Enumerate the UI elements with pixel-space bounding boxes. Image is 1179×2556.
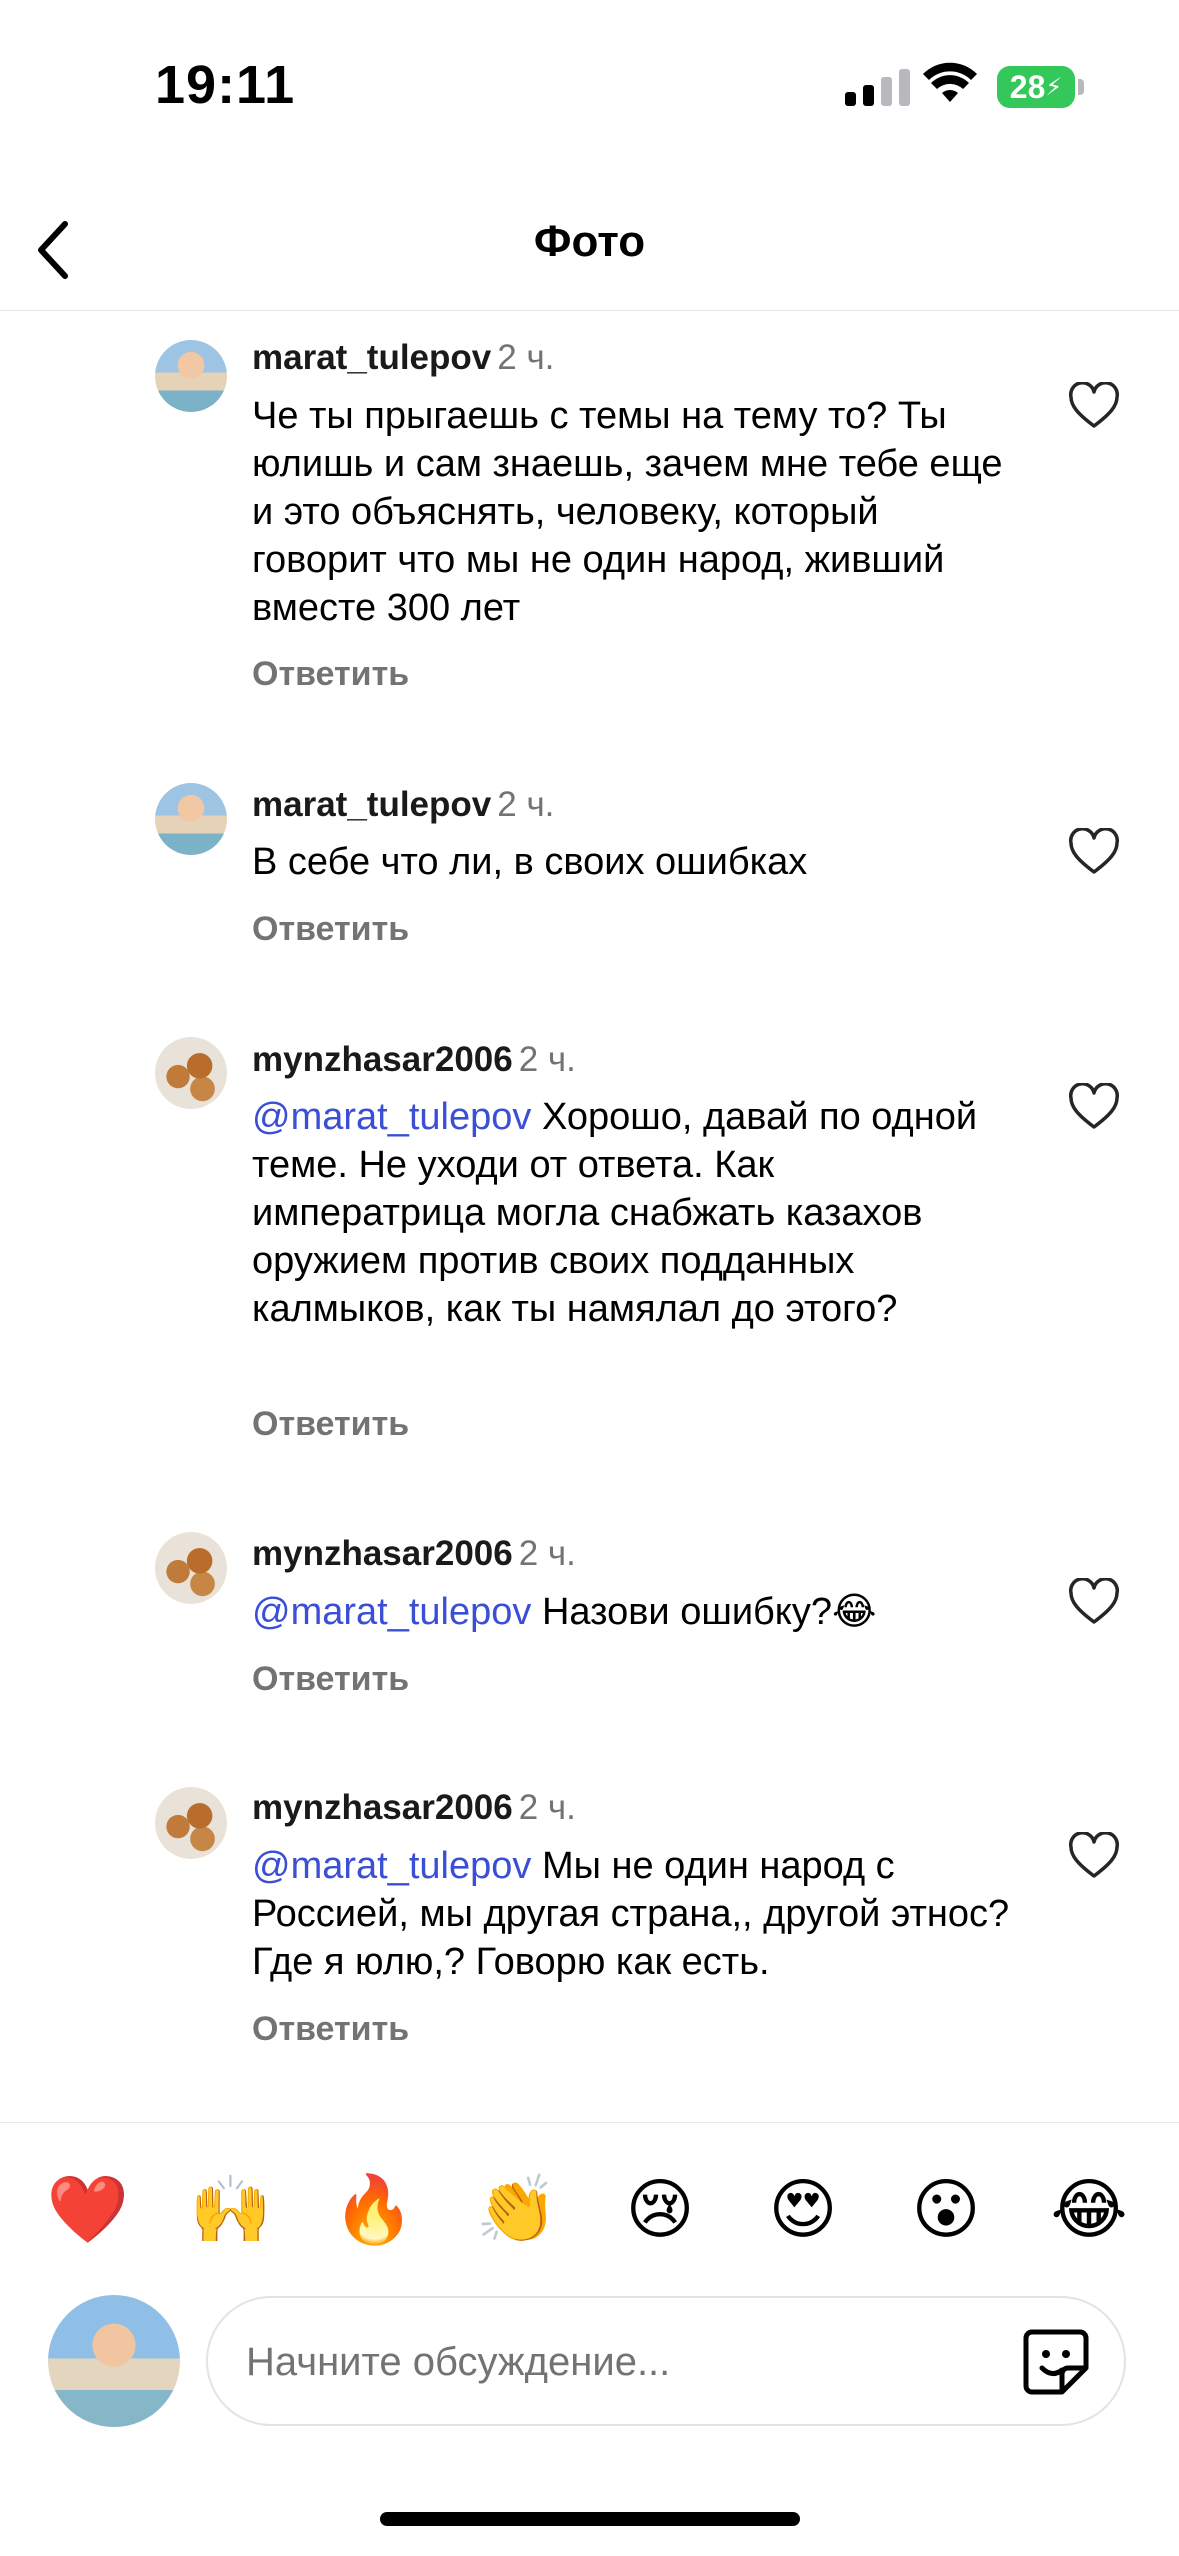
comment-header: mynzhasar2006 2 ч. bbox=[252, 1040, 576, 1080]
current-user-avatar bbox=[48, 2295, 180, 2427]
reaction-surprised[interactable]: 😮 bbox=[901, 2165, 991, 2255]
reply-button[interactable]: Ответить bbox=[252, 1405, 409, 1444]
reaction-raised-hands[interactable]: 🙌 bbox=[186, 2165, 276, 2255]
wifi-icon bbox=[923, 62, 977, 102]
comment-input[interactable] bbox=[244, 2328, 988, 2396]
divider bbox=[0, 2122, 1179, 2123]
comment-header: mynzhasar2006 2 ч. bbox=[252, 1788, 576, 1828]
comment-time: 2 ч. bbox=[518, 1788, 576, 1827]
avatar[interactable] bbox=[155, 1787, 227, 1859]
status-bar: 19:11 28 ⚡ bbox=[0, 0, 1179, 170]
comment-time: 2 ч. bbox=[518, 1040, 576, 1079]
comment-username[interactable]: mynzhasar2006 bbox=[252, 1534, 513, 1573]
reaction-clap[interactable]: 👏 bbox=[472, 2165, 562, 2255]
avatar[interactable] bbox=[155, 1037, 227, 1109]
avatar[interactable] bbox=[155, 1532, 227, 1604]
mention-link[interactable]: @marat_tulepov bbox=[252, 1845, 531, 1887]
comment-header: mynzhasar2006 2 ч. bbox=[252, 1534, 576, 1574]
avatar[interactable] bbox=[155, 783, 227, 855]
comment-text: Че ты прыгаешь с темы на тему то? Ты юли… bbox=[252, 395, 1003, 629]
comment-username[interactable]: marat_tulepov bbox=[252, 785, 491, 824]
reaction-heart[interactable]: ❤️ bbox=[43, 2165, 133, 2255]
mention-link[interactable]: @marat_tulepov bbox=[252, 1096, 531, 1138]
comment-username[interactable]: mynzhasar2006 bbox=[252, 1788, 513, 1827]
comment-time: 2 ч. bbox=[518, 1534, 576, 1573]
home-indicator[interactable] bbox=[380, 2512, 800, 2526]
reply-button[interactable]: Ответить bbox=[252, 910, 409, 949]
reaction-crying[interactable]: 😢 bbox=[615, 2165, 705, 2255]
comment-text: В себе что ли, в своих ошибках bbox=[252, 841, 808, 883]
cellular-signal-icon bbox=[845, 66, 910, 106]
reply-button[interactable]: Ответить bbox=[252, 655, 409, 694]
comment-text: @marat_tulepov Назови ошибку?😂 bbox=[252, 1588, 1012, 1636]
reply-button[interactable]: Ответить bbox=[252, 1660, 409, 1699]
heart-icon[interactable] bbox=[1068, 382, 1120, 430]
battery-level: 28 bbox=[1009, 68, 1046, 105]
heart-icon[interactable] bbox=[1068, 1832, 1120, 1880]
sticker-icon[interactable] bbox=[1020, 2326, 1092, 2398]
comment-body: Назови ошибку?😂 bbox=[531, 1591, 877, 1633]
quick-reactions: ❤️ 🙌 🔥 👏 😢 😍 😮 😂 bbox=[0, 2165, 1179, 2255]
comment-time: 2 ч. bbox=[497, 338, 555, 377]
comment-username[interactable]: marat_tulepov bbox=[252, 338, 491, 377]
reaction-laughing[interactable]: 😂 bbox=[1044, 2165, 1134, 2255]
comment-time: 2 ч. bbox=[497, 785, 555, 824]
comment-text: @marat_tulepov Хорошо, давай по одной те… bbox=[252, 1093, 1012, 1333]
nav-bar: Фото bbox=[0, 195, 1179, 311]
mention-link[interactable]: @marat_tulepov bbox=[252, 1591, 531, 1633]
battery-nub bbox=[1078, 79, 1084, 95]
reaction-heart-eyes[interactable]: 😍 bbox=[758, 2165, 848, 2255]
heart-icon[interactable] bbox=[1068, 828, 1120, 876]
battery-icon: 28 ⚡ bbox=[997, 66, 1075, 108]
comment-composer bbox=[206, 2296, 1126, 2426]
comment-username[interactable]: mynzhasar2006 bbox=[252, 1040, 513, 1079]
heart-icon[interactable] bbox=[1068, 1083, 1120, 1131]
status-time: 19:11 bbox=[155, 55, 296, 115]
comment-header: marat_tulepov 2 ч. bbox=[252, 338, 554, 378]
heart-icon[interactable] bbox=[1068, 1578, 1120, 1626]
page-title: Фото bbox=[533, 217, 646, 266]
reaction-fire[interactable]: 🔥 bbox=[329, 2165, 419, 2255]
reply-button[interactable]: Ответить bbox=[252, 2010, 409, 2049]
avatar[interactable] bbox=[155, 340, 227, 412]
comment-header: marat_tulepov 2 ч. bbox=[252, 785, 554, 825]
comment-text: @marat_tulepov Мы не один народ с Россие… bbox=[252, 1842, 1012, 1986]
